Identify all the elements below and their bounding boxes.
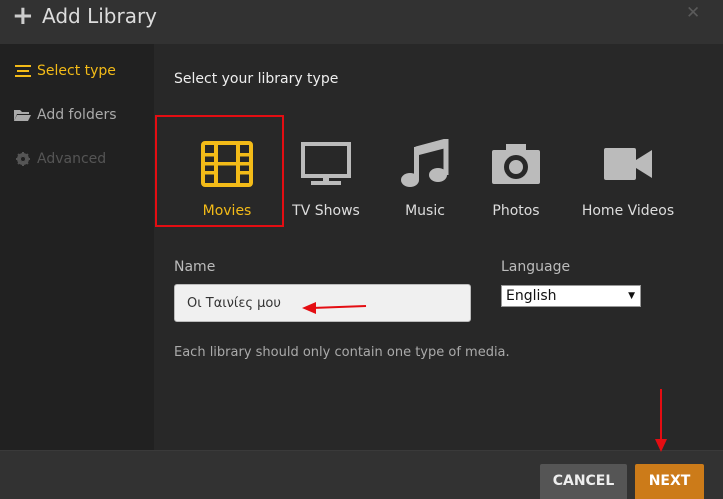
dialog-header: + Add Library ✕ [0, 0, 723, 44]
camera-icon [481, 132, 551, 196]
tv-icon [286, 132, 366, 196]
library-type-label: Home Videos [581, 203, 675, 219]
list-icon [14, 64, 31, 78]
video-camera-icon [580, 132, 676, 196]
sidebar-item-label: Select type [37, 63, 116, 79]
name-input[interactable] [174, 284, 471, 322]
library-type-tv-shows[interactable]: TV Shows [286, 116, 366, 226]
cancel-button[interactable]: CANCEL [540, 464, 627, 499]
name-label: Name [174, 259, 216, 275]
library-type-label: Music [405, 203, 445, 219]
folder-icon [14, 108, 31, 122]
sidebar-item-add-folders[interactable]: Add folders [14, 104, 117, 126]
plus-icon: + [12, 1, 34, 31]
language-label: Language [501, 259, 571, 275]
movies-highlight-box [155, 115, 284, 227]
library-type-music[interactable]: Music [390, 116, 460, 226]
language-selected-value: English [506, 288, 557, 304]
library-type-label: TV Shows [292, 203, 360, 219]
library-type-photos[interactable]: Photos [481, 116, 551, 226]
dialog-title: Add Library [42, 4, 158, 28]
music-note-icon [390, 132, 460, 196]
section-title: Select your library type [174, 71, 339, 87]
sidebar-item-advanced: Advanced [14, 148, 106, 170]
library-type-home-videos[interactable]: Home Videos [580, 116, 676, 226]
sidebar-item-label: Advanced [37, 151, 107, 167]
sidebar-item-label: Add folders [37, 107, 117, 123]
close-icon[interactable]: ✕ [686, 3, 700, 23]
sidebar-item-select-type[interactable]: Select type [14, 60, 116, 82]
main-panel [154, 44, 723, 450]
gear-icon [14, 152, 31, 166]
language-select[interactable]: English ▼ [501, 285, 641, 307]
next-button[interactable]: NEXT [635, 464, 704, 499]
caret-down-icon: ▼ [628, 291, 635, 301]
library-type-label: Photos [492, 203, 540, 219]
help-text: Each library should only contain one typ… [174, 345, 510, 360]
